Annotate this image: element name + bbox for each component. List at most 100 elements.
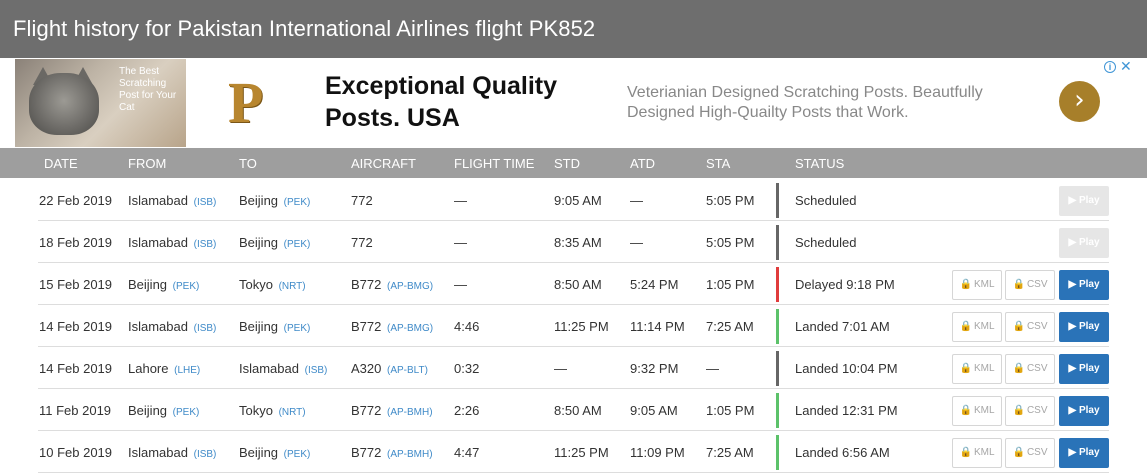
ad-choices[interactable]: i ✕ xyxy=(1104,59,1132,74)
aircraft-type: 772 xyxy=(351,235,373,250)
play-button[interactable]: ▶ Play xyxy=(1059,354,1109,384)
csv-label: CSV xyxy=(1026,279,1048,290)
csv-download-button[interactable]: 🔒 CSV xyxy=(1005,354,1055,384)
column-status: STATUS xyxy=(795,156,845,171)
row-flight-time: 4:47 xyxy=(454,445,480,460)
lock-icon: 🔒 xyxy=(1012,363,1025,374)
lock-icon: 🔒 xyxy=(1012,405,1025,416)
from-code[interactable]: (ISB) xyxy=(194,197,217,208)
column-to: TO xyxy=(239,156,257,171)
aircraft-registration[interactable]: (AP-BMG) xyxy=(387,323,433,334)
table-row[interactable]: 14 Feb 2019 Islamabad (ISB) Beijing (PEK) B… xyxy=(38,305,1109,347)
row-sta: 7:25 AM xyxy=(706,319,754,334)
to-city: Tokyo xyxy=(239,277,273,292)
kml-download-button[interactable]: 🔒 KML xyxy=(952,354,1002,384)
from-code[interactable]: (ISB) xyxy=(194,323,217,334)
kml-label: KML xyxy=(973,363,995,374)
ad-arrow-button[interactable]: › xyxy=(1059,81,1100,122)
play-button[interactable]: ▶ Play xyxy=(1059,396,1109,426)
row-status: Landed 10:04 PM xyxy=(795,361,898,376)
row-atd: 9:05 AM xyxy=(630,403,678,418)
row-flight-time: 4:46 xyxy=(454,319,480,334)
kml-download-button[interactable]: 🔒 KML xyxy=(952,270,1002,300)
ad-image[interactable]: The Best Scratching Post for Your Cat xyxy=(15,59,186,147)
table-row[interactable]: 14 Feb 2019 Lahore (LHE) Islamabad (ISB) A3… xyxy=(38,347,1109,389)
to-code[interactable]: (ISB) xyxy=(305,365,328,376)
lock-icon: 🔒 xyxy=(959,447,972,458)
ad-logo[interactable]: P xyxy=(228,74,263,132)
play-button-disabled: ▶ Play xyxy=(1059,186,1109,216)
from-code[interactable]: (PEK) xyxy=(173,407,200,418)
row-flight-time: — xyxy=(454,235,467,250)
aircraft-registration[interactable]: (AP-BMH) xyxy=(387,407,433,418)
status-indicator xyxy=(776,225,779,260)
play-button[interactable]: ▶ Play xyxy=(1059,438,1109,468)
row-status: Landed 6:56 AM xyxy=(795,445,890,460)
table-row[interactable]: 10 Feb 2019 Islamabad (ISB) Beijing (PEK) B… xyxy=(38,431,1109,473)
ad-banner[interactable]: The Best Scratching Post for Your Cat P … xyxy=(0,58,1147,148)
kml-download-button[interactable]: 🔒 KML xyxy=(952,312,1002,342)
aircraft-registration[interactable]: (AP-BLT) xyxy=(387,365,428,376)
row-flight-time: 2:26 xyxy=(454,403,480,418)
status-indicator xyxy=(776,309,779,344)
row-atd: 5:24 PM xyxy=(630,277,679,292)
ad-description[interactable]: Veterianian Designed Scratching Posts. B… xyxy=(627,83,1027,123)
from-code[interactable]: (LHE) xyxy=(174,365,200,376)
row-aircraft: A320 (AP-BLT) xyxy=(351,361,428,376)
from-code[interactable]: (PEK) xyxy=(173,281,200,292)
row-aircraft: B772 (AP-BMH) xyxy=(351,403,433,418)
ad-headline[interactable]: Exceptional Quality Posts. USA xyxy=(325,70,595,134)
table-row[interactable]: 22 Feb 2019 Islamabad (ISB) Beijing (PEK) 7… xyxy=(38,179,1109,221)
from-code[interactable]: (ISB) xyxy=(194,449,217,460)
row-from: Islamabad (ISB) xyxy=(128,193,216,208)
play-button[interactable]: ▶ Play xyxy=(1059,312,1109,342)
kml-download-button[interactable]: 🔒 KML xyxy=(952,396,1002,426)
play-button[interactable]: ▶ Play xyxy=(1059,270,1109,300)
column-aircraft: AIRCRAFT xyxy=(351,156,416,171)
to-code[interactable]: (NRT) xyxy=(279,281,306,292)
aircraft-type: B772 xyxy=(351,319,382,334)
from-code[interactable]: (ISB) xyxy=(194,239,217,250)
row-sta: 7:25 AM xyxy=(706,445,754,460)
row-to: Beijing (PEK) xyxy=(239,319,310,334)
csv-download-button[interactable]: 🔒 CSV xyxy=(1005,396,1055,426)
to-code[interactable]: (PEK) xyxy=(284,239,311,250)
row-date: 10 Feb 2019 xyxy=(39,445,113,460)
lock-icon: 🔒 xyxy=(959,405,972,416)
kml-download-button[interactable]: 🔒 KML xyxy=(952,438,1002,468)
from-city: Islamabad xyxy=(128,193,188,208)
row-from: Beijing (PEK) xyxy=(128,403,199,418)
aircraft-registration[interactable]: (AP-BMH) xyxy=(387,449,433,460)
row-atd: — xyxy=(630,193,643,208)
row-aircraft: 772 xyxy=(351,193,375,208)
csv-download-button[interactable]: 🔒 CSV xyxy=(1005,438,1055,468)
row-from: Beijing (PEK) xyxy=(128,277,199,292)
to-code[interactable]: (PEK) xyxy=(284,197,311,208)
ad-info-icon[interactable]: i xyxy=(1104,61,1116,73)
row-to: Tokyo (NRT) xyxy=(239,277,306,292)
to-code[interactable]: (NRT) xyxy=(279,407,306,418)
row-sta: 5:05 PM xyxy=(706,193,755,208)
to-code[interactable]: (PEK) xyxy=(284,449,311,460)
csv-label: CSV xyxy=(1026,405,1048,416)
table-row[interactable]: 18 Feb 2019 Islamabad (ISB) Beijing (PEK) 7… xyxy=(38,221,1109,263)
csv-download-button[interactable]: 🔒 CSV xyxy=(1005,312,1055,342)
to-city: Beijing xyxy=(239,193,279,208)
row-date: 14 Feb 2019 xyxy=(39,361,113,376)
table-row[interactable]: 15 Feb 2019 Beijing (PEK) Tokyo (NRT) B772 … xyxy=(38,263,1109,305)
row-status: Scheduled xyxy=(795,235,857,250)
aircraft-type: B772 xyxy=(351,403,382,418)
row-aircraft: B772 (AP-BMG) xyxy=(351,319,433,334)
table-row[interactable]: 11 Feb 2019 Beijing (PEK) Tokyo (NRT) B772 … xyxy=(38,389,1109,431)
aircraft-type: A320 xyxy=(351,361,382,376)
aircraft-registration[interactable]: (AP-BMG) xyxy=(387,281,433,292)
to-code[interactable]: (PEK) xyxy=(284,323,311,334)
row-date: 22 Feb 2019 xyxy=(39,193,113,208)
to-city: Beijing xyxy=(239,445,279,460)
row-std: — xyxy=(554,361,567,376)
row-atd: — xyxy=(630,235,643,250)
ad-close-icon[interactable]: ✕ xyxy=(1120,59,1132,73)
csv-download-button[interactable]: 🔒 CSV xyxy=(1005,270,1055,300)
row-atd: 11:09 PM xyxy=(630,445,685,460)
row-flight-time: 0:32 xyxy=(454,361,480,376)
